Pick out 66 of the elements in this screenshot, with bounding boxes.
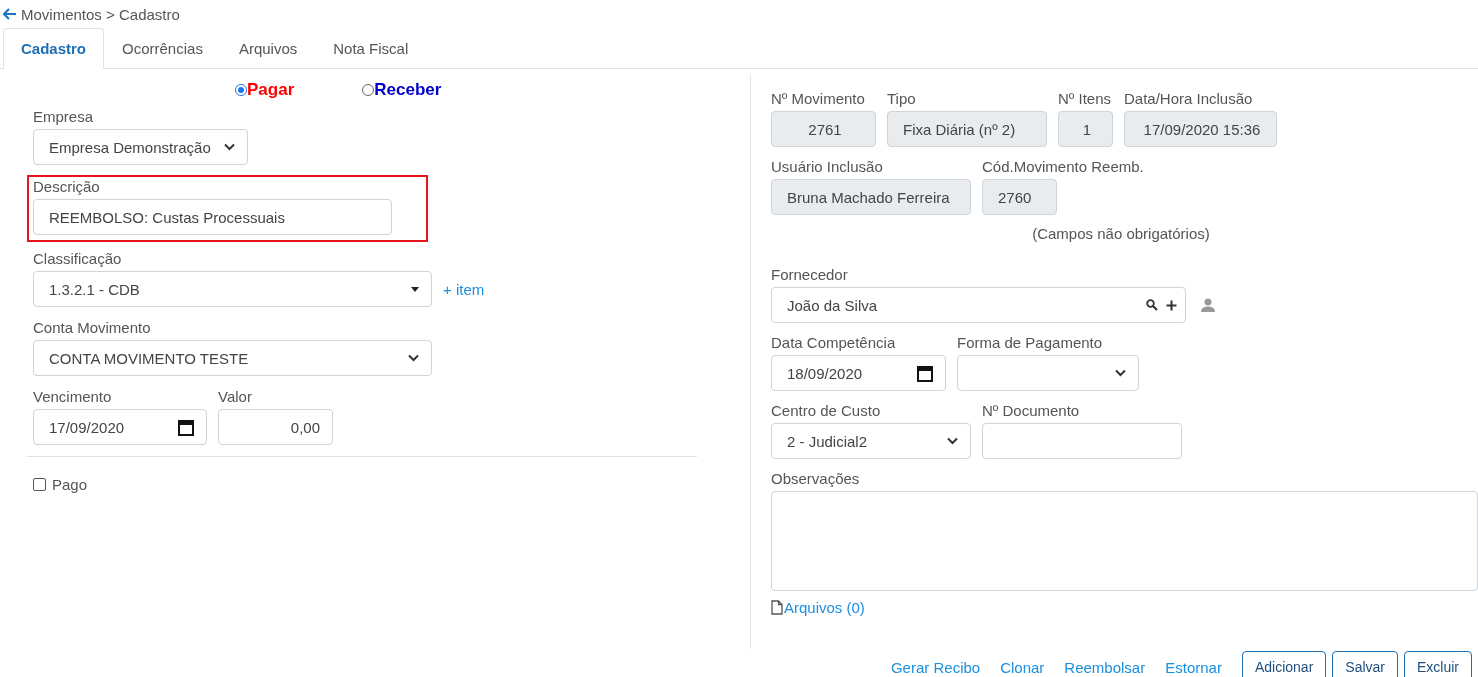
- action-button[interactable]: Salvar: [1332, 651, 1398, 677]
- field-label: Nº Documento: [982, 401, 1081, 421]
- field-label: Cód.Movimento Reemb.: [982, 157, 1144, 177]
- action-link[interactable]: Gerar Recibo: [890, 658, 981, 676]
- field-label: Observações: [771, 469, 861, 489]
- plus-icon: [1166, 299, 1177, 311]
- chevron-down-icon: [408, 354, 419, 362]
- select-field[interactable]: 2 - Judicial2: [771, 423, 971, 459]
- calendar-icon: [178, 418, 194, 436]
- field-label: Fornecedor: [771, 265, 849, 285]
- field-label: Data/Hora Inclusão: [1124, 89, 1254, 109]
- field-label: Nº Movimento: [771, 89, 866, 109]
- breadcrumb-link[interactable]: Movimentos > Cadastro: [21, 5, 180, 23]
- text-field[interactable]: [982, 423, 1182, 459]
- action-link[interactable]: Clonar: [1000, 658, 1045, 676]
- lookup-field[interactable]: João da Silva: [771, 287, 1186, 323]
- text-field[interactable]: 17/09/2020 15:36: [1124, 111, 1277, 147]
- field-label: Descrição: [33, 177, 101, 197]
- number-field[interactable]: 0,00: [218, 409, 333, 445]
- action-link[interactable]: Reembolsar: [1064, 658, 1146, 676]
- field-label: Data Competência: [771, 333, 897, 353]
- text-field[interactable]: REEMBOLSO: Custas Processuais: [33, 199, 392, 235]
- select-field[interactable]: [957, 355, 1139, 391]
- combo-field[interactable]: 1.3.2.1 - CDB: [33, 271, 432, 307]
- field-label: Conta Movimento: [33, 318, 152, 338]
- field-label: Vencimento: [33, 387, 113, 407]
- tab[interactable]: Arquivos: [220, 28, 316, 69]
- tab[interactable]: Nota Fiscal: [315, 28, 427, 69]
- text-field[interactable]: 1: [1058, 111, 1113, 147]
- action-button[interactable]: Excluir: [1404, 651, 1472, 677]
- attachments-link[interactable]: Arquivos (0): [784, 599, 865, 616]
- chevron-down-icon: [947, 437, 958, 445]
- field-label: Classificação: [33, 249, 123, 269]
- chevron-down-icon: [1115, 369, 1126, 377]
- action-link[interactable]: Estornar: [1165, 658, 1222, 676]
- field-label: Forma de Pagamento: [957, 333, 1104, 353]
- date-field[interactable]: 17/09/2020: [33, 409, 207, 445]
- chevron-down-icon: [224, 143, 235, 151]
- radio-label: Pagar: [247, 80, 295, 100]
- select-field[interactable]: Empresa Demonstração: [33, 129, 248, 165]
- person-icon: [1201, 298, 1215, 312]
- radio-label: Receber: [374, 80, 442, 100]
- calendar-icon: [917, 364, 933, 382]
- date-field[interactable]: 18/09/2020: [771, 355, 946, 391]
- field-label: Nº Itens: [1058, 89, 1112, 109]
- checkbox[interactable]: [33, 478, 46, 491]
- checkbox-label: Pago: [52, 476, 88, 493]
- tab[interactable]: Ocorrências: [104, 28, 221, 69]
- add-item-link[interactable]: + item: [443, 280, 485, 298]
- note-text: (Campos não obrigatórios): [1032, 225, 1210, 242]
- caret-down-icon: [411, 286, 419, 292]
- field-label: Tipo: [887, 89, 917, 109]
- action-button[interactable]: Adicionar: [1241, 651, 1327, 677]
- text-field[interactable]: 2761: [771, 111, 876, 147]
- text-field[interactable]: Fixa Diária (nº 2): [887, 111, 1047, 147]
- document-icon: [771, 600, 783, 615]
- text-field[interactable]: 2760: [982, 179, 1057, 215]
- field-label: Usuário Inclusão: [771, 157, 884, 177]
- field-label: Centro de Custo: [771, 401, 882, 421]
- field-label: Valor: [218, 387, 253, 407]
- field-label: Empresa: [33, 107, 95, 127]
- text-field[interactable]: Bruna Machado Ferreira: [771, 179, 971, 215]
- back-arrow-icon: [3, 8, 17, 20]
- tab[interactable]: Cadastro: [3, 28, 105, 69]
- select-field[interactable]: CONTA MOVIMENTO TESTE: [33, 340, 432, 376]
- search-icon: [1146, 299, 1158, 311]
